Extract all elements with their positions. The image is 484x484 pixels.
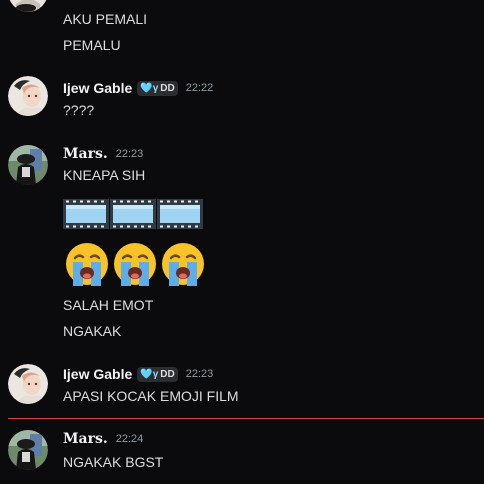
- avatar[interactable]: [8, 430, 48, 470]
- guild-tag-badge[interactable]: 🩵γ DD: [137, 80, 178, 96]
- message-header: Ijew Gable 🩵γ DD 22:23: [63, 365, 213, 383]
- crying-emoji-row: [63, 240, 207, 288]
- timestamp[interactable]: 22:23: [186, 368, 214, 380]
- avatar[interactable]: [8, 145, 48, 185]
- timestamp[interactable]: 22:22: [186, 82, 214, 94]
- timestamp[interactable]: 22:23: [116, 148, 144, 160]
- timestamp[interactable]: 22:24: [116, 433, 144, 445]
- message-text: NGAKAK: [63, 323, 122, 339]
- message-header: Mars. 22:24: [63, 430, 143, 448]
- message-text: PEMALU: [63, 37, 121, 53]
- loudly-crying-face-icon[interactable]: [63, 240, 111, 288]
- guild-tag-label: DD: [160, 82, 175, 94]
- avatar[interactable]: [8, 364, 48, 404]
- guild-tag-icon: 🩵γ: [140, 82, 159, 94]
- new-messages-divider: [8, 418, 484, 419]
- username[interactable]: Mars.: [63, 146, 108, 162]
- message-text: ????: [63, 102, 95, 118]
- message-text: KNEAPA SIH: [63, 167, 146, 183]
- message-text: SALAH EMOT: [63, 297, 154, 313]
- loudly-crying-face-icon[interactable]: [159, 240, 207, 288]
- guild-tag-icon: 🩵γ: [140, 368, 159, 380]
- username[interactable]: Ijew Gable: [63, 366, 132, 382]
- chat-message-list[interactable]: AKU PEMALI PEMALU Ijew Gable 🩵γ DD 22:22…: [0, 0, 484, 484]
- username[interactable]: Ijew Gable: [63, 80, 132, 96]
- film-frames-icon[interactable]: [110, 199, 156, 229]
- message-text: NGAKAK BGST: [63, 454, 164, 470]
- message-header: Ijew Gable 🩵γ DD 22:22: [63, 79, 213, 97]
- message-header: Mars. 22:23: [63, 145, 143, 163]
- message-text: APASI KOCAK EMOJI FILM: [63, 388, 239, 404]
- film-emoji-row: [63, 199, 203, 229]
- film-frames-icon[interactable]: [157, 199, 203, 229]
- loudly-crying-face-icon[interactable]: [111, 240, 159, 288]
- film-frames-icon[interactable]: [63, 199, 109, 229]
- guild-tag-label: DD: [160, 368, 175, 380]
- guild-tag-badge[interactable]: 🩵γ DD: [137, 366, 178, 382]
- message-text: AKU PEMALI: [63, 11, 148, 27]
- avatar[interactable]: [8, 76, 48, 116]
- username[interactable]: Mars.: [63, 431, 108, 447]
- avatar[interactable]: [8, 0, 48, 12]
